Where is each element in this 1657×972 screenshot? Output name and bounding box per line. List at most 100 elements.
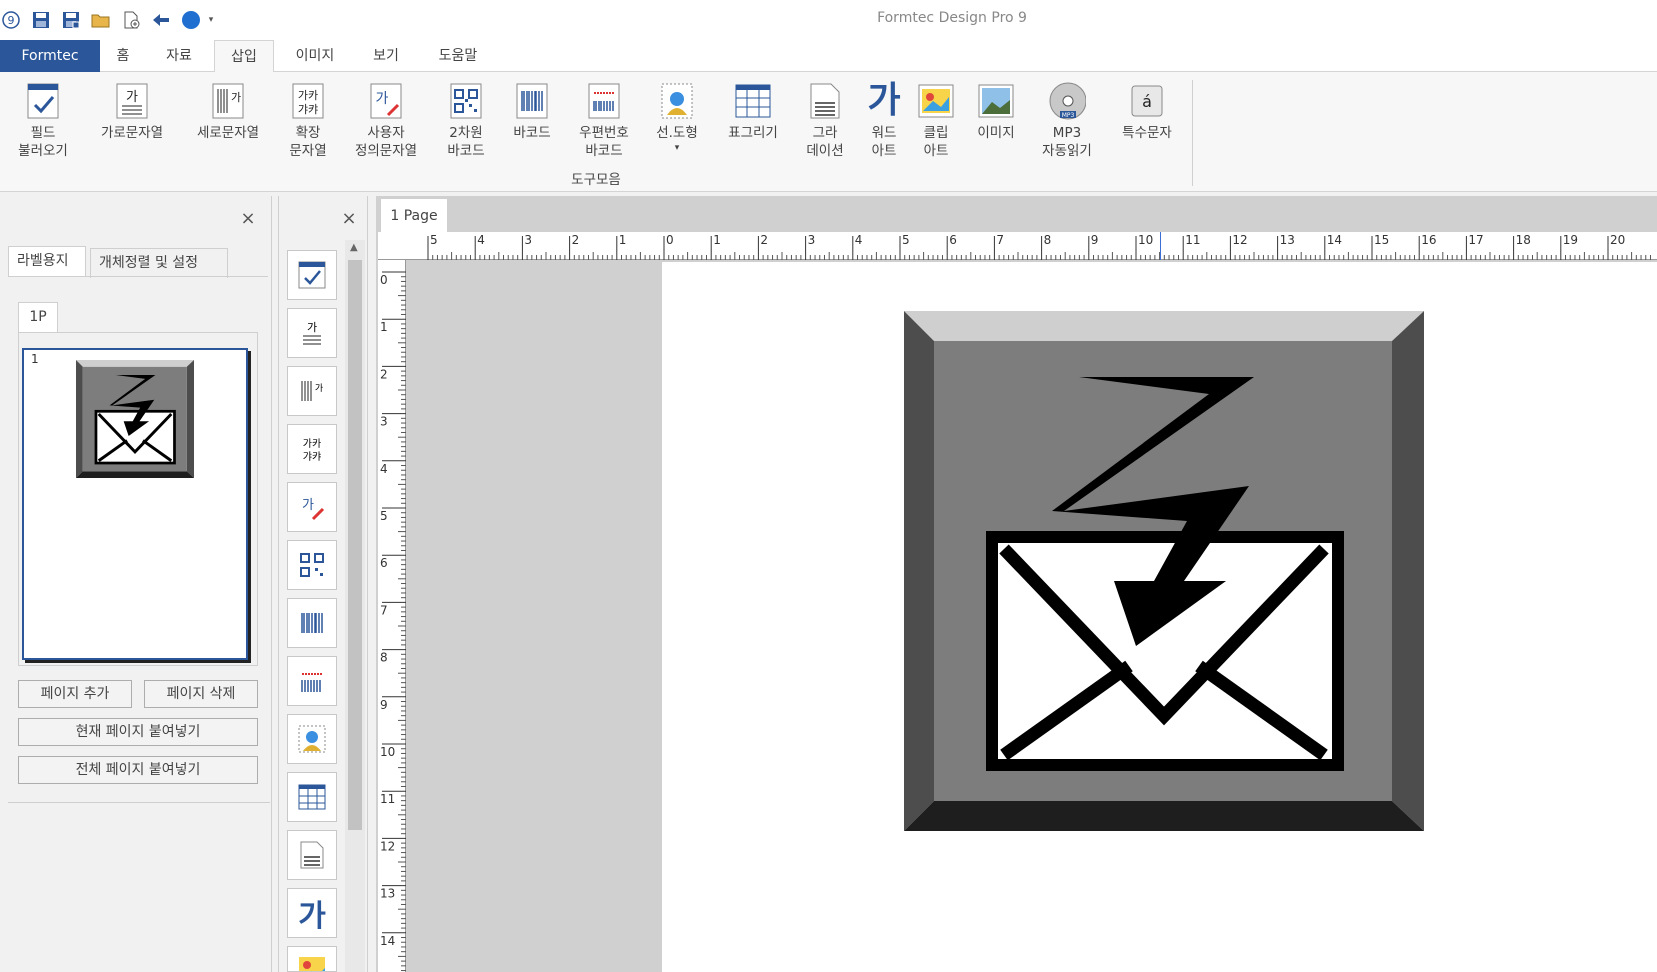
clipart-icon [917, 80, 955, 122]
ribbon-horizontal-text-button[interactable]: 가 가로문자열 [90, 80, 174, 142]
ruler-label: 10 [380, 745, 395, 759]
tool-postal-barcode[interactable] [287, 656, 337, 706]
tool-clipart[interactable] [287, 946, 337, 972]
ribbon-label: 우편번호 [579, 125, 629, 141]
ruler-label: 2 [760, 233, 768, 247]
ruler-label: 13 [380, 887, 395, 901]
ruler-label: 18 [1516, 233, 1531, 247]
ribbon-vertical-text-button[interactable]: 가 세로문자열 [186, 80, 270, 142]
add-page-button[interactable]: 페이지 추가 [18, 680, 132, 708]
ribbon-label: 자동읽기 [1042, 143, 1092, 159]
svg-text:가카: 가카 [303, 438, 321, 450]
tab-page-1p[interactable]: 1P [18, 302, 58, 332]
ribbon-label: 불러오기 [18, 143, 68, 159]
tab-1-page[interactable]: 1 Page [380, 198, 448, 232]
ruler-label: 7 [996, 233, 1004, 247]
toolbox-scrollbar[interactable]: ▲ [345, 240, 365, 972]
ribbon-label: 워드 [871, 125, 897, 141]
shape-dropdown-icon[interactable]: ▾ [648, 142, 706, 154]
ribbon-2d-barcode-button[interactable]: 2차원 바코드 [436, 80, 496, 160]
scroll-up-arrow-icon[interactable]: ▲ [350, 242, 358, 253]
tool-custom-text[interactable]: 가 [287, 482, 337, 532]
svg-text:가: 가 [231, 91, 241, 104]
menu-tab-data[interactable]: 자료 [156, 40, 202, 72]
ribbon-shape-button[interactable]: 선.도형 ▾ [648, 80, 706, 154]
ruler-label: 4 [855, 233, 863, 247]
ribbon-custom-text-button[interactable]: 가 사용자 정의문자열 [344, 80, 428, 160]
ruler-label: 8 [380, 651, 388, 665]
table-icon [298, 784, 326, 810]
ribbon-barcode-button[interactable]: 바코드 [504, 80, 560, 142]
tool-table[interactable] [287, 772, 337, 822]
ribbon-label: 확장 [295, 125, 321, 141]
tool-horizontal-text[interactable]: 가 [287, 308, 337, 358]
tool-2d-barcode[interactable] [287, 540, 337, 590]
tool-shape[interactable] [287, 714, 337, 764]
ribbon-table-button[interactable]: 표그리기 [720, 80, 786, 142]
menu-tab-help[interactable]: 도움말 [428, 40, 488, 72]
ruler-label: 17 [1468, 233, 1483, 247]
svg-text:MP3: MP3 [1062, 112, 1075, 119]
paste-all-pages-button[interactable]: 전체 페이지 붙여넣기 [18, 756, 258, 784]
paste-current-page-button[interactable]: 현재 페이지 붙여넣기 [18, 718, 258, 746]
menu-file-formtec[interactable]: Formtec [0, 40, 100, 72]
tool-barcode[interactable] [287, 598, 337, 648]
svg-text:가: 가 [315, 383, 323, 394]
menu-tab-view[interactable]: 보기 [360, 40, 412, 72]
ruler-label: 4 [477, 233, 485, 247]
window-title: Formtec Design Pro 9 [877, 10, 1027, 26]
mp3-icon: MP3 [1048, 80, 1086, 122]
ribbon-wordart-button[interactable]: 가 워드 아트 [860, 80, 908, 160]
ruler-label: 7 [380, 603, 388, 617]
close-icon[interactable]: × [339, 208, 359, 229]
ruler-label: 5 [902, 233, 910, 247]
tab-object-align[interactable]: 개체정렬 및 설정 [90, 248, 228, 278]
ribbon-gradation-button[interactable]: 그라 데이션 [798, 80, 852, 160]
ruler-label: 1 [619, 233, 627, 247]
ribbon-extended-text-button[interactable]: 가카 갸캬 확장 문자열 [280, 80, 336, 160]
ribbon-clipart-button[interactable]: 클립 아트 [912, 80, 960, 160]
extended-text-icon: 가카갸캬 [289, 80, 327, 122]
horizontal-text-icon: 가 [303, 321, 321, 345]
ribbon-label: 바코드 [447, 143, 485, 159]
ribbon-special-char-button[interactable]: á 특수문자 [1112, 80, 1182, 142]
tool-vertical-text[interactable]: 가 [287, 366, 337, 416]
delete-page-button[interactable]: 페이지 삭제 [144, 680, 258, 708]
svg-text:가: 가 [376, 91, 389, 107]
email-lightning-image[interactable] [904, 310, 1424, 836]
ribbon-image-button[interactable]: 이미지 [968, 80, 1024, 142]
ribbon-postal-barcode-button[interactable]: 우편번호 바코드 [568, 80, 640, 160]
vertical-ruler-ticks: 01234567891011121314 [380, 271, 406, 972]
ruler-label: 15 [1374, 233, 1389, 247]
close-icon[interactable]: × [238, 208, 258, 229]
ribbon-label: 사용자 [367, 125, 405, 141]
menu-tab-insert[interactable]: 삽입 [214, 40, 274, 73]
scrollbar-thumb[interactable] [348, 260, 362, 830]
svg-text:갸캬: 갸캬 [303, 451, 321, 463]
ruler-label: 12 [1232, 233, 1247, 247]
ruler-label: 2 [380, 367, 388, 381]
custom-text-icon: 가 [302, 498, 325, 521]
tool-field-load[interactable] [287, 250, 337, 300]
qr-code-icon [447, 80, 485, 122]
clipart-icon [299, 957, 325, 971]
ruler-label: 0 [380, 273, 388, 287]
shape-icon [658, 80, 696, 122]
tool-wordart[interactable]: 가 [287, 888, 337, 938]
tool-gradation[interactable] [287, 830, 337, 880]
ruler-label: 16 [1421, 233, 1436, 247]
barcode-icon [301, 613, 323, 633]
menu-tab-home[interactable]: 홈 [106, 40, 140, 72]
ribbon-label: 선.도형 [656, 125, 698, 141]
barcode-icon [513, 80, 551, 122]
ribbon-label: 2차원 [449, 125, 483, 141]
ruler-label: 3 [380, 415, 388, 429]
tool-extended-text[interactable]: 가카 갸캬 [287, 424, 337, 474]
ruler-label: 9 [380, 698, 388, 712]
ribbon-mp3-button[interactable]: MP3 MP3 자동읽기 [1032, 80, 1102, 160]
menu-tab-image[interactable]: 이미지 [286, 40, 344, 72]
ribbon-field-load-button[interactable]: 필드 불러오기 [10, 80, 76, 160]
svg-text:가: 가 [302, 498, 314, 513]
tab-label-paper[interactable]: 라벨용지 [8, 246, 86, 276]
page-thumbnail[interactable]: 1 [22, 348, 248, 660]
